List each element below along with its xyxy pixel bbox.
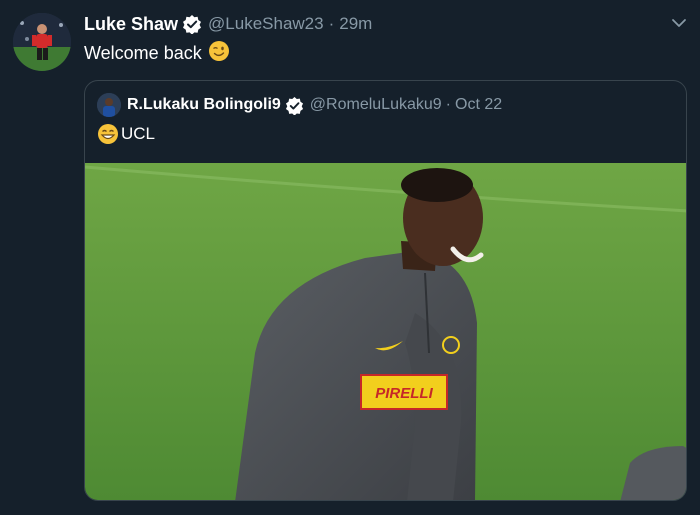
author-avatar[interactable] xyxy=(13,13,71,71)
separator-dot: · xyxy=(445,96,451,113)
tweet-text-content: Welcome back xyxy=(84,43,202,63)
verified-badge-icon xyxy=(182,14,202,35)
quoted-author-handle[interactable]: @RomeluLukaku9 xyxy=(310,96,442,114)
separator-dot: · xyxy=(328,14,335,33)
grinning-face-icon xyxy=(97,123,119,145)
quoted-tweet-header: R.Lukaku Bolingoli9 @RomeluLukaku9 · Oct… xyxy=(97,93,502,117)
quoted-tweet-text-content: UCL xyxy=(121,124,156,143)
tweet-text: Welcome back xyxy=(84,40,230,67)
quoted-tweet-date[interactable]: Oct 22 xyxy=(455,96,502,114)
quoted-author-name[interactable]: R.Lukaku Bolingoli9 xyxy=(127,96,281,114)
tweet[interactable]: Luke Shaw @LukeShaw23 · 29m Welcome back xyxy=(0,0,700,515)
wink-face-icon xyxy=(208,40,230,67)
quoted-tweet[interactable]: R.Lukaku Bolingoli9 @RomeluLukaku9 · Oct… xyxy=(84,80,687,501)
author-name[interactable]: Luke Shaw xyxy=(84,14,178,35)
author-handle[interactable]: @LukeShaw23 xyxy=(208,14,324,34)
verified-badge-icon xyxy=(285,96,304,116)
quoted-author-avatar[interactable] xyxy=(97,93,121,117)
quoted-tweet-photo[interactable]: PIRELLI xyxy=(85,163,686,500)
quoted-tweet-text: UCL xyxy=(97,123,155,145)
tweet-header: Luke Shaw @LukeShaw23 · 29m xyxy=(84,13,372,35)
tweet-timestamp[interactable]: 29m xyxy=(339,14,372,34)
sponsor-text: PIRELLI xyxy=(375,385,433,402)
chevron-down-icon[interactable] xyxy=(670,14,688,32)
